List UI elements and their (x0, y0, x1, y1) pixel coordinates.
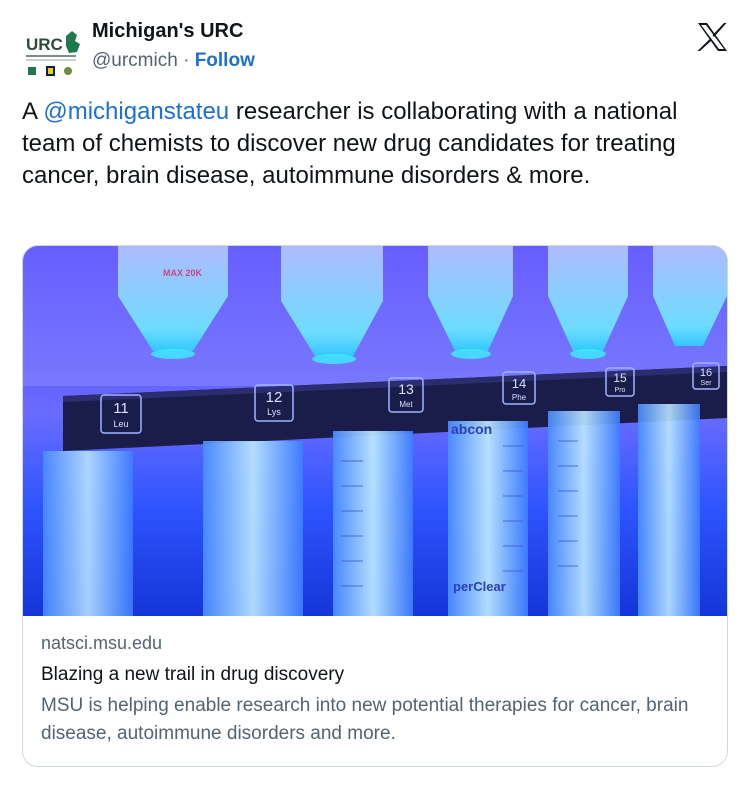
label-15-abbr: Pro (615, 387, 626, 394)
brand-abcon: abcon (451, 421, 492, 437)
label-16-abbr: Ser (701, 380, 713, 387)
card-image[interactable]: 11 Leu 12 Lys 13 Met 14 Phe 15 Pro 16 Se… (23, 246, 727, 616)
card-description: MSU is helping enable research into new … (41, 695, 689, 744)
account-handle[interactable]: @urcmich (92, 50, 178, 71)
tweet-prefix: A (22, 98, 44, 125)
label-16: 16 (700, 367, 712, 379)
label-11: 11 (113, 400, 129, 417)
label-13-abbr: Met (399, 400, 413, 409)
label-12: 12 (266, 389, 283, 406)
card-text: natsci.msu.edu Blazing a new trail in dr… (41, 630, 721, 748)
label-15: 15 (613, 371, 627, 385)
link-card[interactable]: 11 Leu 12 Lys 13 Met 14 Phe 15 Pro 16 Se… (22, 245, 728, 767)
card-domain[interactable]: natsci.msu.edu (41, 630, 721, 656)
mention-link[interactable]: @michiganstateu (43, 98, 229, 125)
separator-dot: · (183, 50, 190, 71)
account-sub: @urcmich · Follow (92, 50, 255, 72)
follow-button[interactable]: Follow (195, 50, 255, 71)
brand-superclear: perClear (453, 579, 506, 594)
label-14-abbr: Phe (512, 393, 527, 402)
x-logo-icon[interactable] (696, 22, 728, 52)
avatar[interactable]: URC (22, 22, 82, 82)
label-11-abbr: Leu (113, 419, 128, 429)
avatar-text: URC (26, 35, 63, 54)
account-name[interactable]: Michigan's URC (92, 20, 243, 43)
card-title[interactable]: Blazing a new trail in drug discovery (41, 660, 721, 690)
tweet-text: A @michiganstateu researcher is collabor… (22, 96, 734, 192)
label-13: 13 (398, 381, 414, 397)
tweet-header: URC Michigan's URC @urcmich · Follow (22, 16, 732, 86)
label-14: 14 (512, 376, 526, 391)
tube-max-text: MAX 20K (163, 268, 203, 278)
label-12-abbr: Lys (267, 407, 281, 417)
